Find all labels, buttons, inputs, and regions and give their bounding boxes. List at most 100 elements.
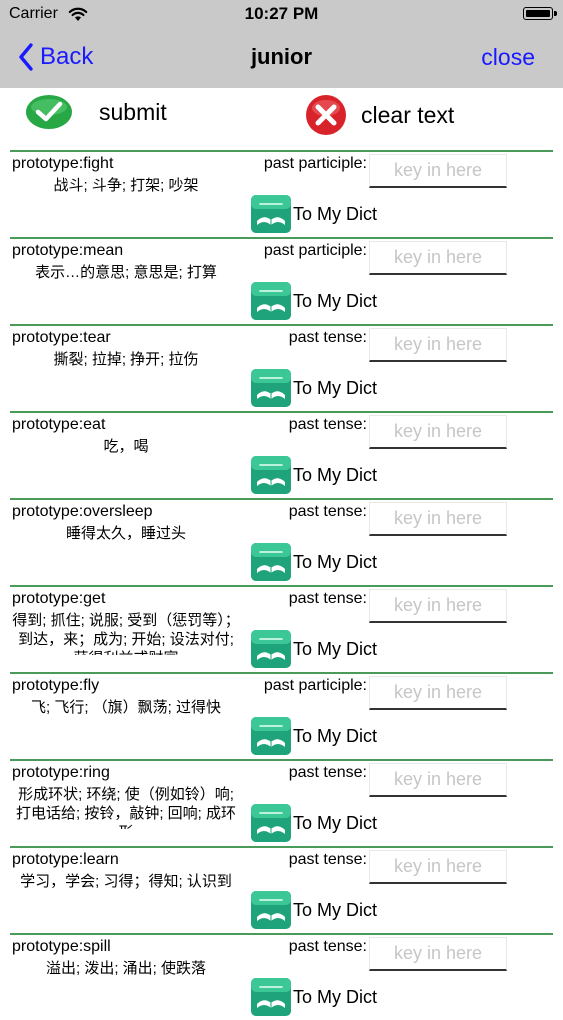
answer-input[interactable] (370, 590, 506, 621)
prototype-label: prototype:spill (12, 938, 111, 955)
prototype-label: prototype:eat (12, 416, 106, 433)
to-my-dict-button[interactable]: To My Dict (251, 456, 377, 494)
navigation-bar: Carrier 10:27 PM Back junior close (0, 0, 563, 88)
close-button[interactable]: close (481, 44, 535, 71)
prototype-label: prototype:ring (12, 764, 110, 781)
to-my-dict-button[interactable]: To My Dict (251, 891, 377, 929)
word-row: prototype:fly 飞; 飞行; （旗）飘荡; 过得快 past par… (10, 672, 553, 759)
answer-input[interactable] (370, 503, 506, 534)
to-my-dict-label: To My Dict (293, 899, 378, 920)
answer-input[interactable] (370, 416, 506, 447)
word-list: prototype:fight 战斗; 斗争; 打架; 吵架 past part… (0, 150, 563, 1020)
book-icon (251, 804, 291, 842)
prototype-label: prototype:oversleep (12, 503, 153, 520)
word-row: prototype:get 得到; 抓住; 说服; 受到（惩罚等）；到达，来；成… (10, 585, 553, 672)
word-row: prototype:spill 溢出; 泼出; 涌出; 使跌落 past ten… (10, 933, 553, 1020)
prototype-label: prototype:mean (12, 242, 124, 259)
answer-field[interactable] (369, 415, 507, 449)
to-my-dict-label: To My Dict (293, 203, 378, 224)
book-icon (251, 630, 291, 668)
action-bar: submit clear text (0, 88, 563, 150)
to-my-dict-label: To My Dict (293, 551, 378, 572)
tense-label: past tense: (288, 329, 367, 346)
status-bar: Carrier 10:27 PM (0, 0, 563, 30)
to-my-dict-button[interactable]: To My Dict (251, 543, 377, 581)
tense-label: past tense: (288, 416, 367, 433)
to-my-dict-label: To My Dict (293, 986, 378, 1007)
book-icon (251, 282, 291, 320)
meaning-text: 溢出; 泼出; 涌出; 使跌落 (45, 960, 206, 977)
to-my-dict-label: To My Dict (293, 812, 378, 833)
to-my-dict-button[interactable]: To My Dict (251, 369, 377, 407)
book-icon (251, 195, 291, 233)
page-title: junior (250, 44, 313, 69)
to-my-dict-button[interactable]: To My Dict (251, 630, 377, 668)
answer-input[interactable] (370, 329, 506, 360)
book-icon (251, 369, 291, 407)
word-row: prototype:ring 形成环状; 环绕; 使（例如铃）响; 打电话给; … (10, 759, 553, 846)
answer-field[interactable] (369, 502, 507, 536)
answer-input[interactable] (370, 155, 506, 186)
book-icon (251, 891, 291, 929)
battery-icon (523, 7, 557, 20)
submit-label: submit (99, 98, 167, 125)
tense-label: past participle: (263, 155, 367, 172)
book-icon (251, 717, 291, 755)
book-icon (251, 456, 291, 494)
submit-button[interactable]: submit (25, 94, 167, 130)
tense-label: past tense: (288, 590, 367, 607)
tense-label: past tense: (288, 851, 367, 868)
word-row: prototype:tear 撕裂; 拉掉; 挣开; 拉伤 past tense… (10, 324, 553, 411)
tense-label: past participle: (263, 677, 367, 694)
to-my-dict-label: To My Dict (293, 638, 378, 659)
book-icon (251, 543, 291, 581)
meaning-text: 飞; 飞行; （旗）飘荡; 过得快 (30, 699, 221, 716)
to-my-dict-label: To My Dict (293, 377, 378, 398)
answer-field[interactable] (369, 154, 507, 188)
answer-field[interactable] (369, 763, 507, 797)
status-time: 10:27 PM (244, 4, 319, 23)
answer-input[interactable] (370, 242, 506, 273)
clear-text-label: clear text (361, 101, 455, 128)
prototype-label: prototype:fight (12, 155, 114, 172)
answer-field[interactable] (369, 589, 507, 623)
answer-field[interactable] (369, 676, 507, 710)
meaning-text: 学习，学会; 习得；得知; 认识到 (20, 873, 232, 890)
word-row: prototype:mean 表示…的意思; 意思是; 打算 past part… (10, 237, 553, 324)
answer-input[interactable] (370, 938, 506, 969)
answer-field[interactable] (369, 241, 507, 275)
tense-label: past participle: (263, 242, 367, 259)
word-row: prototype:oversleep 睡得太久，睡过头 past tense:… (10, 498, 553, 585)
answer-input[interactable] (370, 764, 506, 795)
meaning-text: 吃，喝 (103, 438, 149, 455)
meaning-text: 撕裂; 拉掉; 挣开; 拉伤 (53, 351, 199, 368)
meaning-text: 得到; 抓住; 说服; 受到（惩罚等）；到达，来；成为; 开始; 设法对付; 获… (12, 612, 240, 655)
word-row: prototype:fight 战斗; 斗争; 打架; 吵架 past part… (10, 150, 553, 237)
answer-field[interactable] (369, 328, 507, 362)
word-row: prototype:eat 吃，喝 past tense: To My Dict (10, 411, 553, 498)
book-icon (251, 978, 291, 1016)
to-my-dict-button[interactable]: To My Dict (251, 195, 377, 233)
prototype-label: prototype:fly (12, 677, 100, 694)
prototype-label: prototype:learn (12, 851, 119, 868)
to-my-dict-button[interactable]: To My Dict (251, 978, 377, 1016)
tense-label: past tense: (288, 938, 367, 955)
to-my-dict-button[interactable]: To My Dict (251, 282, 377, 320)
word-row: prototype:learn 学习，学会; 习得；得知; 认识到 past t… (10, 846, 553, 933)
to-my-dict-label: To My Dict (293, 725, 378, 746)
prototype-label: prototype:tear (12, 329, 111, 346)
answer-field[interactable] (369, 937, 507, 971)
clear-text-button[interactable]: clear text (305, 94, 454, 136)
meaning-text: 形成环状; 环绕; 使（例如铃）响; 打电话给; 按铃，敲钟; 回响; 成环形 (15, 786, 236, 829)
to-my-dict-button[interactable]: To My Dict (251, 717, 377, 755)
tense-label: past tense: (288, 503, 367, 520)
answer-input[interactable] (370, 851, 506, 882)
to-my-dict-label: To My Dict (293, 464, 378, 485)
answer-field[interactable] (369, 850, 507, 884)
prototype-label: prototype:get (12, 590, 106, 607)
meaning-text: 战斗; 斗争; 打架; 吵架 (53, 177, 199, 194)
to-my-dict-button[interactable]: To My Dict (251, 804, 377, 842)
x-circle-icon (306, 95, 346, 135)
answer-input[interactable] (370, 677, 506, 708)
to-my-dict-label: To My Dict (293, 290, 378, 311)
